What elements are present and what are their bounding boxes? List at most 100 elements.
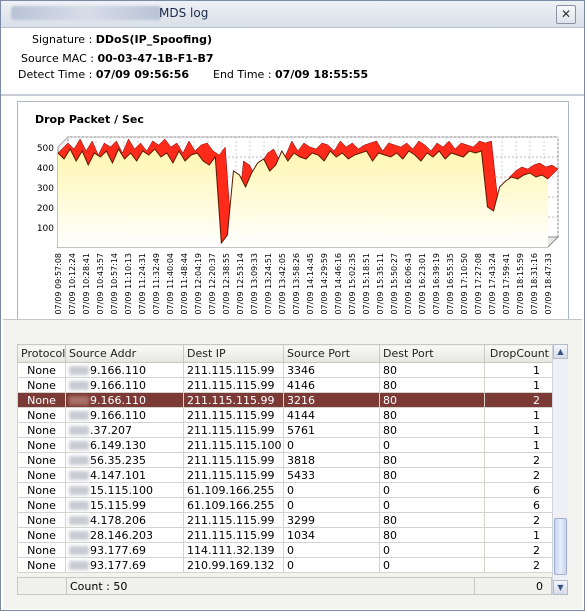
title-bar[interactable]: MDS log ✕: [1, 1, 584, 28]
source-addr-text: 4.147.101: [90, 468, 146, 482]
table-row[interactable]: None .37.207 211.115.115.99 5761 80 1: [17, 422, 553, 438]
close-button[interactable]: ✕: [556, 5, 576, 24]
scroll-up-button[interactable]: ▲: [553, 344, 568, 359]
close-icon: ✕: [560, 7, 572, 21]
cell-count: 2: [484, 392, 553, 408]
cell-count: 2: [484, 542, 553, 558]
y-tick-label: 500: [37, 144, 54, 154]
column-header[interactable]: Dest IP: [183, 344, 284, 363]
cell-protocol: None: [17, 407, 66, 423]
table-row[interactable]: None 15.115.99 61.109.166.255 0 0 6: [17, 497, 553, 513]
cell-dest: 61.109.166.255: [183, 482, 284, 498]
x-tick-label: 07/09 17:59:41: [502, 253, 511, 315]
cell-sport: 4146: [283, 377, 380, 393]
cell-dport: 0: [379, 497, 485, 513]
series-area: [58, 149, 548, 247]
table-row[interactable]: None 15.115.100 61.109.166.255 0 0 6: [17, 482, 553, 498]
redacted-ip-prefix: [69, 381, 89, 390]
redacted-ip-prefix: [69, 531, 89, 540]
table-header: Protocol Source Addr Dest IP Source Port Des…: [17, 344, 553, 363]
x-tick-label: 07/09 11:40:04: [166, 253, 175, 315]
source-addr-text: 9.166.110: [90, 408, 146, 422]
table-row[interactable]: None 9.166.110 211.115.115.99 3216 80 2: [17, 392, 553, 408]
cell-source: 9.166.110: [65, 392, 184, 408]
table-row[interactable]: None 9.166.110 211.115.115.99 3346 80 1: [17, 362, 553, 378]
cell-dport: 0: [379, 542, 485, 558]
cell-count: 1: [484, 527, 553, 543]
cell-sport: 5761: [283, 422, 380, 438]
source-addr-text: 15.115.100: [90, 483, 153, 497]
cell-protocol: None: [17, 392, 66, 408]
end-time-row: End Time : 07/09 18:55:55: [213, 68, 368, 81]
x-tick-label: 07/09 10:12:24: [68, 253, 77, 315]
y-tick-label: 300: [37, 184, 54, 194]
x-tick-label: 07/09 15:18:51: [362, 253, 371, 315]
cell-source: 9.166.110: [65, 377, 184, 393]
redacted-ip-prefix: [69, 366, 89, 375]
cell-sport: 3818: [283, 452, 380, 468]
table-row[interactable]: None 28.146.203 211.115.115.99 1034 80 1: [17, 527, 553, 543]
table-row[interactable]: None 4.147.101 211.115.115.99 5433 80 2: [17, 467, 553, 483]
app-name-redacted: [11, 6, 161, 20]
cell-dest: 211.115.115.99: [183, 452, 284, 468]
table-row[interactable]: None 9.166.110 211.115.115.99 4146 80 1: [17, 377, 553, 393]
source-addr-text: 9.166.110: [90, 393, 146, 407]
x-tick-label: 07/09 11:32:49: [152, 253, 161, 315]
cell-protocol: None: [17, 512, 66, 528]
detect-time-row: Detect Time : 07/09 09:56:56: [18, 68, 189, 81]
x-tick-label: 07/09 17:27:08: [474, 253, 483, 315]
column-header[interactable]: Source Port: [283, 344, 380, 363]
cell-dport: 80: [379, 422, 485, 438]
cell-count: 2: [484, 512, 553, 528]
x-tick-label: 07/09 16:39:19: [432, 253, 441, 315]
scroll-thumb[interactable]: [554, 518, 567, 575]
column-header[interactable]: Source Addr: [65, 344, 184, 363]
cell-protocol: None: [17, 482, 66, 498]
x-tick-label: 07/09 18:47:33: [544, 253, 553, 315]
source-addr-text: 9.166.110: [90, 378, 146, 392]
source-mac-row: Source MAC : 00-03-47-1B-F1-B7: [21, 52, 213, 65]
source-addr-text: 6.149.130: [90, 438, 146, 452]
column-header[interactable]: Protocol: [17, 344, 66, 363]
end-time-label: End Time :: [213, 68, 272, 81]
column-header[interactable]: Dest Port: [379, 344, 485, 363]
x-tick-label: 07/09 12:20:37: [208, 253, 217, 315]
cell-dest: 211.115.115.99: [183, 407, 284, 423]
cell-dest: 211.115.115.99: [183, 467, 284, 483]
cell-count: 2: [484, 467, 553, 483]
cell-dest: 211.115.115.99: [183, 512, 284, 528]
drop-packet-chart: 100 200 300 400 500 07/09 09:57:08 07/09 10:12…: [37, 135, 560, 315]
x-tick-label: 07/09 12:53:14: [236, 253, 245, 315]
end-time-value: 07/09 18:55:55: [275, 68, 369, 81]
table-row[interactable]: None 9.166.110 211.115.115.99 4144 80 1: [17, 407, 553, 423]
x-tick-label: 07/09 11:10:13: [124, 253, 133, 315]
x-tick-label: 07/09 18:15:59: [516, 253, 525, 315]
cell-dest: 211.115.115.99: [183, 422, 284, 438]
divider: [1, 94, 584, 96]
cell-source: 15.115.100: [65, 482, 184, 498]
signature-row: Signature : DDoS(IP_Spoofing): [32, 33, 212, 46]
window-title: MDS log: [159, 6, 209, 20]
cell-count: 2: [484, 452, 553, 468]
y-tick-label: 200: [37, 204, 54, 214]
table-row[interactable]: None 56.35.235 211.115.115.99 3818 80 2: [17, 452, 553, 468]
vertical-scrollbar[interactable]: ▲ ▼: [552, 344, 568, 595]
count-label: Count : 50: [70, 580, 128, 593]
cell-protocol: None: [17, 557, 66, 573]
cell-count: 1: [484, 377, 553, 393]
table-row[interactable]: None 93.177.69 210.99.169.132 0 0 2: [17, 557, 553, 573]
table-row[interactable]: None 6.149.130 211.115.115.100 0 0 1: [17, 437, 553, 453]
cell-dest: 114.111.32.139: [183, 542, 284, 558]
scroll-down-button[interactable]: ▼: [553, 580, 568, 595]
cell-protocol: None: [17, 377, 66, 393]
cell-dest: 211.115.115.100: [183, 437, 284, 453]
redacted-ip-prefix: [69, 456, 89, 465]
x-tick-label: 07/09 10:28:41: [82, 253, 91, 315]
redacted-ip-prefix: [69, 516, 89, 525]
cell-dport: 80: [379, 527, 485, 543]
cell-source: 15.115.99: [65, 497, 184, 513]
column-header[interactable]: DropCount: [484, 344, 553, 363]
x-tick-label: 07/09 13:24:51: [264, 253, 273, 315]
table-row[interactable]: None 93.177.69 114.111.32.139 0 0 2: [17, 542, 553, 558]
table-row[interactable]: None 4.178.206 211.115.115.99 3299 80 2: [17, 512, 553, 528]
